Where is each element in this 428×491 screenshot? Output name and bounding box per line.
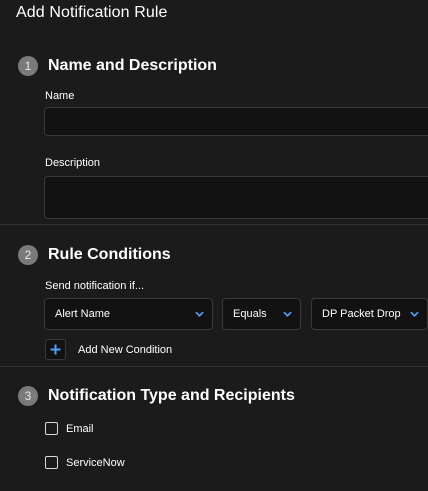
description-textarea[interactable] xyxy=(44,176,428,219)
step-number-3: 3 xyxy=(18,386,38,406)
page-title: Add Notification Rule xyxy=(16,4,168,21)
chevron-down-icon xyxy=(283,311,292,317)
condition-value-select[interactable]: DP Packet Drop xyxy=(311,298,428,330)
email-checkbox-row[interactable]: Email xyxy=(45,422,94,435)
servicenow-checkbox[interactable] xyxy=(45,456,58,469)
step-name-and-description: 1 Name and Description xyxy=(18,56,217,76)
servicenow-label: ServiceNow xyxy=(66,456,125,469)
send-notification-label: Send notification if... xyxy=(45,280,145,292)
step-notification-type: 3 Notification Type and Recipients xyxy=(18,386,295,406)
section-title-name-description: Name and Description xyxy=(48,57,217,74)
description-label: Description xyxy=(45,157,101,169)
section-title-rule-conditions: Rule Conditions xyxy=(48,246,171,263)
step-rule-conditions: 2 Rule Conditions xyxy=(18,245,171,265)
chevron-down-icon xyxy=(410,311,419,317)
chevron-down-icon xyxy=(195,311,204,317)
section-divider xyxy=(0,224,428,225)
name-input[interactable] xyxy=(44,107,428,136)
plus-icon[interactable] xyxy=(45,339,66,360)
condition-field-select[interactable]: Alert Name xyxy=(44,298,213,330)
servicenow-checkbox-row[interactable]: ServiceNow xyxy=(45,456,125,469)
email-checkbox[interactable] xyxy=(45,422,58,435)
name-label: Name xyxy=(45,90,75,102)
condition-operator-select[interactable]: Equals xyxy=(222,298,301,330)
email-label: Email xyxy=(66,422,94,435)
section-divider xyxy=(0,366,428,367)
condition-operator-value: Equals xyxy=(233,308,267,320)
add-new-condition-label: Add New Condition xyxy=(78,343,173,356)
condition-value-text: DP Packet Drop xyxy=(322,308,401,320)
step-number-1: 1 xyxy=(18,56,38,76)
section-title-notification-type: Notification Type and Recipients xyxy=(48,387,295,404)
condition-field-value: Alert Name xyxy=(55,308,111,320)
step-number-2: 2 xyxy=(18,245,38,265)
add-new-condition-button[interactable]: Add New Condition xyxy=(45,339,172,360)
